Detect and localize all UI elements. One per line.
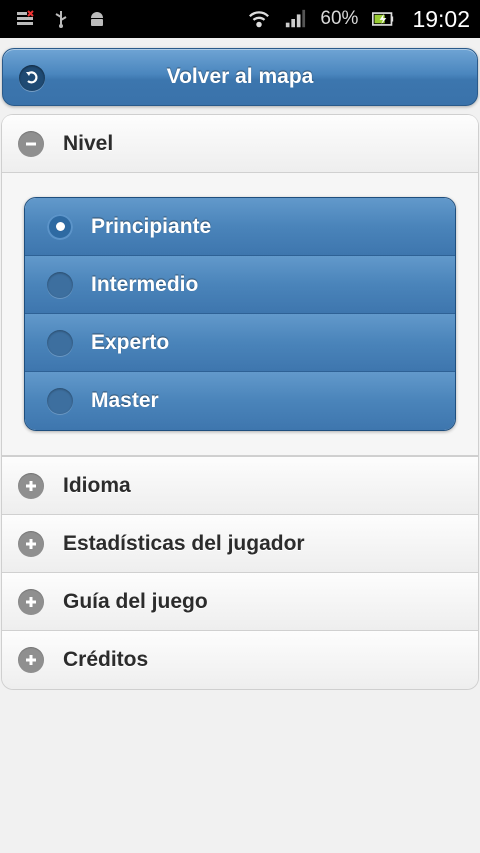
android-debug-icon [86, 8, 108, 30]
plus-icon [18, 647, 44, 673]
settings-list: Nivel Principiante Intermedio Experto Ma… [1, 114, 479, 690]
radio-selected-icon [47, 213, 73, 240]
radio-unselected-icon [47, 329, 73, 356]
creditos-label: Créditos [63, 648, 149, 671]
radio-option-experto[interactable]: Experto [25, 314, 455, 372]
plus-icon [18, 530, 44, 557]
back-to-map-button[interactable]: Volver al mapa [2, 48, 478, 106]
wifi-icon [248, 8, 270, 30]
collapsible-header-guia[interactable]: Guía del juego [2, 573, 478, 631]
battery-charging-icon [372, 8, 394, 30]
collapsible-header-creditos[interactable]: Créditos [2, 631, 478, 689]
usb-icon [50, 8, 72, 30]
guia-label: Guía del juego [63, 589, 208, 613]
plus-icon [18, 472, 44, 499]
radio-option-intermedio[interactable]: Intermedio [25, 256, 455, 314]
status-bar: 60% 19:02 [0, 0, 480, 38]
radio-label: Master [91, 389, 159, 412]
estadisticas-label: Estadísticas del jugador [63, 531, 305, 555]
radio-unselected-icon [47, 388, 73, 414]
back-button-label: Volver al mapa [166, 65, 314, 88]
radio-label: Principiante [91, 214, 212, 238]
collapsed-sections: Idioma Estadísticas del jugador Guía del… [1, 457, 479, 690]
radio-label: Experto [91, 330, 170, 354]
nivel-label: Nivel [63, 131, 114, 155]
radio-label: Intermedio [91, 272, 199, 296]
nivel-content: Principiante Intermedio Experto Master [2, 173, 478, 456]
signal-icon [284, 8, 306, 30]
level-radio-group: Principiante Intermedio Experto Master [24, 197, 456, 431]
battery-percent: 60% [320, 8, 359, 29]
clock: 19:02 [412, 5, 470, 32]
minus-icon [18, 130, 44, 157]
collapsible-header-estadisticas[interactable]: Estadísticas del jugador [2, 515, 478, 573]
collapsible-header-nivel[interactable]: Nivel [2, 115, 478, 173]
notification-icon [14, 8, 36, 30]
section-nivel: Nivel Principiante Intermedio Experto Ma… [1, 114, 479, 457]
idioma-label: Idioma [63, 473, 131, 497]
plus-icon [18, 588, 44, 615]
back-arrow-icon [19, 65, 45, 91]
collapsible-header-idioma[interactable]: Idioma [2, 457, 478, 515]
status-bar-left [14, 8, 108, 30]
radio-option-principiante[interactable]: Principiante [25, 198, 455, 256]
radio-unselected-icon [47, 271, 73, 298]
status-bar-right: 60% 19:02 [248, 6, 470, 33]
radio-option-master[interactable]: Master [25, 372, 455, 430]
